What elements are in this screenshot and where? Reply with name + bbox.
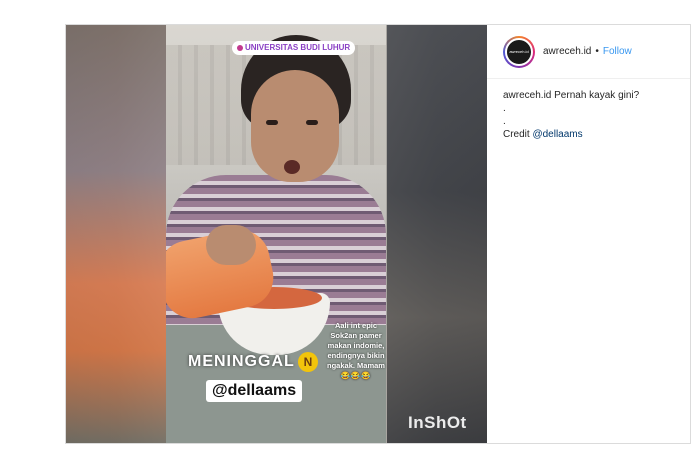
username-link[interactable]: awreceh.id [543,46,591,57]
credit-mention-link[interactable]: @dellaams [532,129,582,140]
laughing-emoji-icons: 😂😂😂 [340,371,372,380]
overlay-line: makan indomie, [327,341,385,350]
caption-text: Pernah kayak gini? [554,90,640,101]
post-header: awreceh.id awreceh.id • Follow [487,25,690,79]
credit-label: Credit [503,129,530,140]
headline-emoji-icon: N [298,352,318,372]
blurred-background-right [387,25,487,443]
separator-dot: • [595,46,599,57]
overlay-line: ngakak. Mamam [327,361,385,370]
mention-sticker: @dellaams [206,380,303,402]
video-caption-overlay: Aali int epic Sok2an pamer makan indomie… [316,321,396,381]
headline-text: MENINGGAL [188,353,295,370]
inshot-watermark: InShOt [408,413,467,432]
overlay-line: endingnya bikin [327,351,385,360]
post-media[interactable]: UNIVERSITAS BUDI LUHUR MENINGGAL N @dell… [66,25,487,443]
overlay-line: Sok2an pamer [330,331,382,340]
post-caption: awreceh.id Pernah kayak gini? . . Credit… [487,79,690,151]
person-eye-left [266,120,278,125]
location-label: UNIVERSITAS BUDI LUHUR [245,43,351,52]
follow-button[interactable]: Follow [603,46,632,57]
caption-line: . [503,103,506,114]
location-sticker: UNIVERSITAS BUDI LUHUR [232,41,356,55]
caption-username-link[interactable]: awreceh.id [503,90,551,101]
post-sidebar: awreceh.id awreceh.id • Follow awreceh.i… [487,25,690,443]
avatar-image: awreceh.id [505,37,533,66]
person-hand [206,225,256,265]
overlay-line: Aali int epic [334,321,378,330]
person-eye-right [306,120,318,125]
blurred-background-left [66,25,166,443]
caption-line: . [503,116,506,127]
avatar[interactable]: awreceh.id [503,35,535,68]
instagram-post: UNIVERSITAS BUDI LUHUR MENINGGAL N @dell… [65,24,691,444]
location-pin-icon [237,45,243,51]
person-mouth [284,160,300,174]
